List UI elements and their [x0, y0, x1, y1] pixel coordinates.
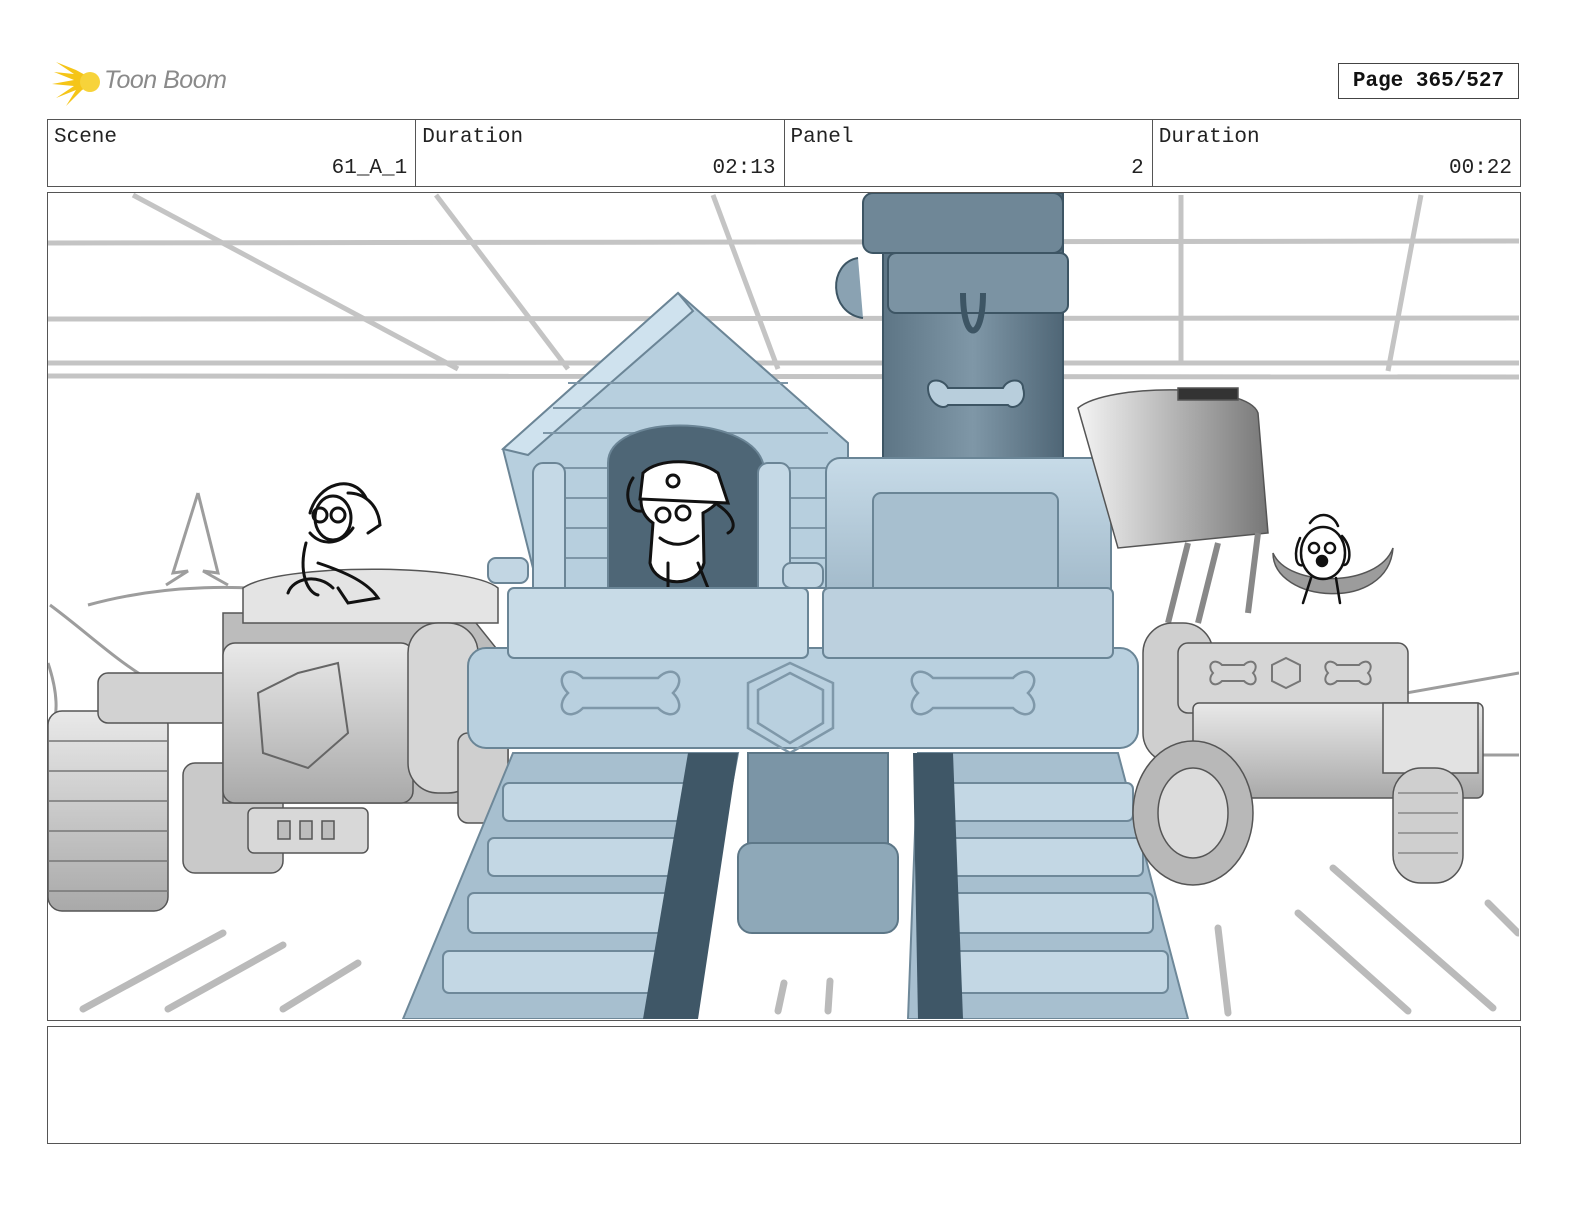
panel-duration-cell: Duration 00:22 — [1153, 120, 1520, 186]
scene-info-table: Scene 61_A_1 Duration 02:13 Panel 2 Dura… — [47, 119, 1521, 187]
toon-boom-logo: Toon Boom — [52, 56, 252, 108]
brand-name: Toon Boom — [104, 66, 227, 94]
panel-label: Panel — [790, 126, 854, 149]
panel-duration-value: 00:22 — [1448, 157, 1512, 180]
scene-label: Scene — [54, 126, 118, 149]
page-number: Page 365/527 — [1338, 63, 1519, 99]
starburst-icon — [52, 62, 100, 106]
scene-value: 61_A_1 — [331, 157, 408, 180]
panel-cell: Panel 2 — [785, 120, 1153, 186]
storyboard-panel — [47, 192, 1521, 1021]
scene-duration-label: Duration — [422, 126, 524, 149]
panel-value: 2 — [1131, 157, 1144, 180]
panel-notes-box — [47, 1026, 1521, 1144]
panel-duration-label: Duration — [1158, 126, 1260, 149]
scene-duration-value: 02:13 — [712, 157, 776, 180]
scene-cell: Scene 61_A_1 — [48, 120, 417, 186]
storyboard-panel-illustration — [48, 193, 1520, 1020]
scene-duration-cell: Duration 02:13 — [416, 120, 785, 186]
